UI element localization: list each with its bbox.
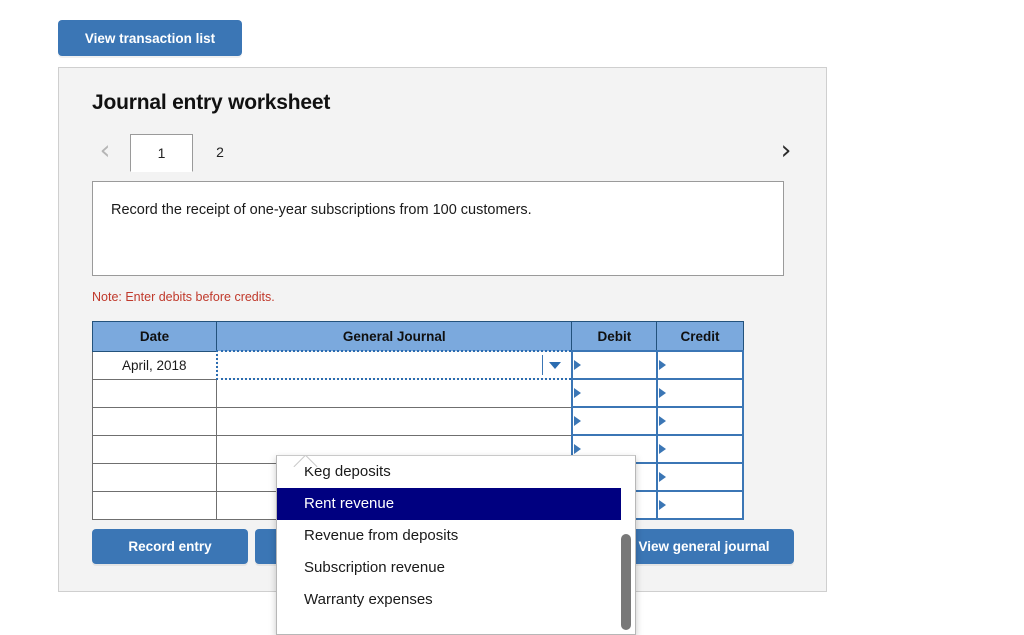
view-general-journal-button[interactable]: View general journal xyxy=(614,529,794,564)
marker-triangle-icon xyxy=(658,500,666,510)
cell-debit[interactable] xyxy=(570,350,658,380)
dropdown-option-revenue-from-deposits[interactable]: Revenue from deposits xyxy=(277,520,635,552)
marker-triangle-icon xyxy=(658,360,666,370)
record-entry-button[interactable]: Record entry xyxy=(92,529,248,564)
column-header-general-journal: General Journal xyxy=(216,321,573,352)
general-journal-account-select[interactable] xyxy=(215,350,573,380)
marker-triangle-icon xyxy=(573,388,581,398)
table-row xyxy=(91,378,745,408)
note-text: Note: Enter debits before credits. xyxy=(92,290,275,304)
marker-triangle-icon xyxy=(658,416,666,426)
dropdown-option-rent-revenue[interactable]: Rent revenue xyxy=(277,488,621,520)
chevron-left-icon[interactable]: ‹ xyxy=(92,136,118,166)
cell-date[interactable] xyxy=(91,378,218,408)
dropdown-scrollbar[interactable] xyxy=(621,534,631,630)
cell-credit[interactable] xyxy=(655,406,745,436)
page-title: Journal entry worksheet xyxy=(92,91,331,114)
view-transaction-list-button[interactable]: View transaction list xyxy=(58,20,242,56)
dropdown-notch-icon xyxy=(292,456,326,467)
dropdown-option-warranty-expenses[interactable]: Warranty expenses xyxy=(277,584,635,616)
cell-credit[interactable] xyxy=(655,350,745,380)
marker-triangle-icon xyxy=(573,444,581,454)
dropdown-option-subscription-revenue[interactable]: Subscription revenue xyxy=(277,552,635,584)
cell-general-journal[interactable] xyxy=(216,378,573,408)
column-header-debit: Debit xyxy=(571,321,658,352)
journal-entry-worksheet-panel: Journal entry worksheet ‹ 1 2 › Record t… xyxy=(58,67,827,635)
cell-general-journal[interactable] xyxy=(216,406,573,436)
table-header-row: Date General Journal Debit Credit xyxy=(91,321,744,352)
instruction-box: Record the receipt of one-year subscript… xyxy=(92,181,784,276)
marker-triangle-icon xyxy=(658,444,666,454)
cell-date[interactable] xyxy=(91,490,218,520)
instruction-text: Record the receipt of one-year subscript… xyxy=(111,202,532,218)
table-row: April, 2018 xyxy=(91,350,745,380)
cell-date[interactable]: April, 2018 xyxy=(91,350,218,380)
chevron-right-icon[interactable]: › xyxy=(773,136,799,166)
column-header-credit: Credit xyxy=(656,321,744,352)
cell-date[interactable] xyxy=(91,462,218,492)
tab-page-1[interactable]: 1 xyxy=(130,134,193,172)
tab-page-2[interactable]: 2 xyxy=(200,134,240,172)
account-dropdown-menu[interactable]: Keg deposits Rent revenue Revenue from d… xyxy=(276,455,636,635)
dropdown-option-keg-deposits[interactable]: Keg deposits xyxy=(277,456,635,488)
marker-triangle-icon xyxy=(573,416,581,426)
cell-credit[interactable] xyxy=(655,434,745,464)
cell-credit[interactable] xyxy=(655,490,745,520)
worksheet-tab-strip: ‹ 1 2 › xyxy=(92,130,796,172)
cell-debit[interactable] xyxy=(570,406,658,436)
cell-credit[interactable] xyxy=(655,378,745,408)
cell-date[interactable] xyxy=(91,434,218,464)
column-header-date: Date xyxy=(91,321,218,352)
marker-triangle-icon xyxy=(658,388,666,398)
cell-credit[interactable] xyxy=(655,462,745,492)
marker-triangle-icon xyxy=(573,360,581,370)
cell-debit[interactable] xyxy=(570,378,658,408)
chevron-down-icon[interactable] xyxy=(541,355,567,375)
marker-triangle-icon xyxy=(658,472,666,482)
cell-date[interactable] xyxy=(91,406,218,436)
table-row xyxy=(91,406,745,436)
